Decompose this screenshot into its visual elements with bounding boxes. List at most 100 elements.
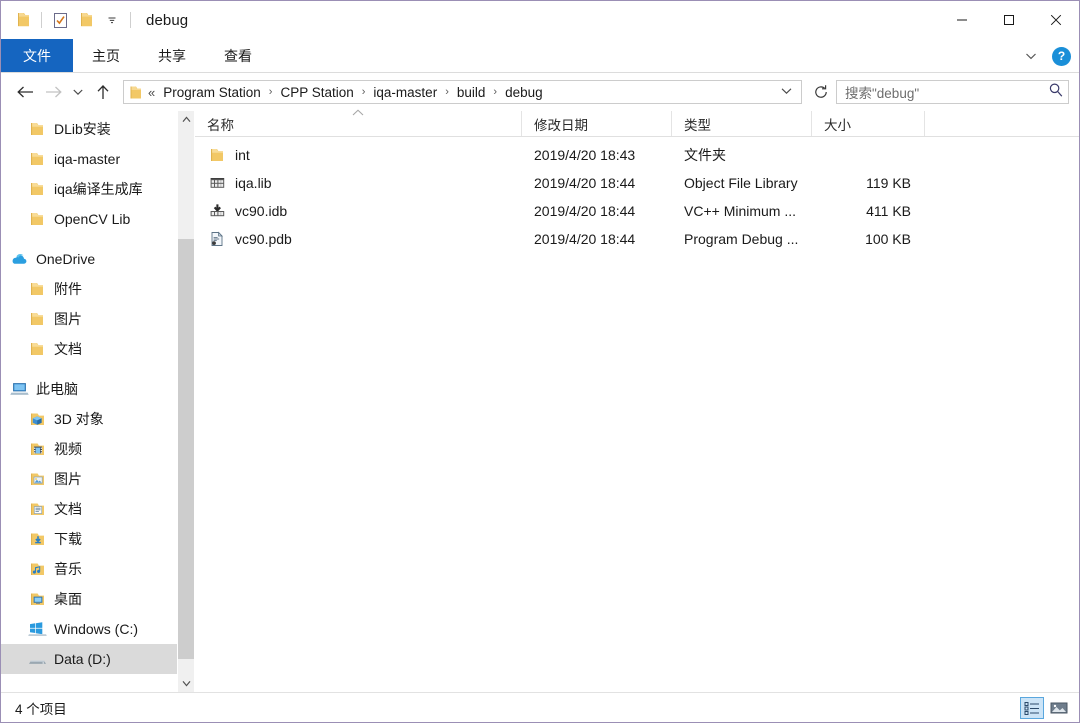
- scroll-up-button[interactable]: [178, 111, 194, 128]
- breadcrumb-item-4[interactable]: debug: [502, 83, 546, 102]
- file-name-cell[interactable]: int: [195, 145, 522, 165]
- folder-icon: [27, 339, 47, 359]
- breadcrumb-item-3[interactable]: build: [454, 83, 489, 102]
- pdb-file-icon: [207, 229, 227, 249]
- folder-icon: [207, 145, 227, 165]
- up-button[interactable]: [89, 78, 117, 106]
- folder-icon: [27, 119, 47, 139]
- minimize-button[interactable]: [938, 1, 985, 39]
- column-header-size[interactable]: 大小: [812, 111, 925, 136]
- customize-dropdown-icon[interactable]: [99, 7, 125, 33]
- search-input[interactable]: 搜索"debug": [845, 82, 1048, 102]
- table-row[interactable]: int 2019/4/20 18:43 文件夹: [195, 141, 1079, 169]
- address-bar: « Program Station › CPP Station › iqa-ma…: [1, 73, 1079, 111]
- sidebar-item-label: 文档: [54, 501, 82, 517]
- recent-locations-button[interactable]: [67, 78, 89, 106]
- large-icons-view-button[interactable]: [1047, 697, 1071, 719]
- sidebar-item-3d-对象[interactable]: 3D 对象: [1, 404, 194, 434]
- file-name-label: vc90.pdb: [235, 231, 292, 247]
- sidebar-item-下载[interactable]: 下载: [1, 524, 194, 554]
- sidebar-item-label: 音乐: [54, 561, 82, 577]
- navigation-group-gap: [1, 364, 194, 374]
- file-date-cell: 2019/4/20 18:43: [534, 147, 636, 163]
- breadcrumb-overflow[interactable]: «: [146, 85, 160, 100]
- sidebar-item-label: Data (D:): [54, 651, 111, 667]
- file-name-cell[interactable]: iqa.lib: [195, 173, 522, 193]
- column-header-type[interactable]: 类型: [672, 111, 812, 136]
- sidebar-item-label: iqa-master: [54, 151, 121, 167]
- onedrive-icon: [9, 249, 29, 269]
- sidebar-item-桌面[interactable]: 桌面: [1, 584, 194, 614]
- folder-icon[interactable]: [10, 7, 36, 33]
- sidebar-item-data-d[interactable]: Data (D:): [1, 644, 194, 674]
- sidebar-item-图片[interactable]: 图片: [1, 464, 194, 494]
- documents-icon: [27, 499, 47, 519]
- file-date-cell: 2019/4/20 18:44: [534, 175, 636, 191]
- sidebar-item-音乐[interactable]: 音乐: [1, 554, 194, 584]
- maximize-button[interactable]: [985, 1, 1032, 39]
- help-icon[interactable]: ?: [1052, 46, 1071, 66]
- file-name-cell[interactable]: vc90.idb: [195, 201, 522, 221]
- title-bar: debug: [1, 1, 1079, 39]
- back-button[interactable]: [11, 78, 39, 106]
- table-row[interactable]: vc90.idb 2019/4/20 18:44 VC++ Minimum ... 4…: [195, 197, 1079, 225]
- forward-button[interactable]: [39, 78, 67, 106]
- new-folder-icon[interactable]: [73, 7, 99, 33]
- table-row[interactable]: iqa.lib 2019/4/20 18:44 Object File Librar…: [195, 169, 1079, 197]
- breadcrumb-item-1[interactable]: CPP Station: [277, 83, 356, 102]
- drive-icon: [27, 649, 47, 669]
- sidebar-item-dlib安装[interactable]: DLib安装: [1, 114, 194, 144]
- windows-drive-icon: [27, 619, 47, 639]
- file-type-cell: 文件夹: [684, 147, 726, 163]
- sidebar-item-文档[interactable]: 文档: [1, 334, 194, 364]
- breadcrumb-separator-3[interactable]: ›: [488, 86, 502, 98]
- sidebar-item-文档[interactable]: 文档: [1, 494, 194, 524]
- sidebar-item-图片[interactable]: 图片: [1, 304, 194, 334]
- refresh-button[interactable]: [808, 79, 834, 105]
- close-button[interactable]: [1032, 1, 1079, 39]
- tab-home[interactable]: 主页: [73, 39, 139, 72]
- breadcrumb-separator-2[interactable]: ›: [440, 86, 454, 98]
- sidebar-item-opencv-lib[interactable]: OpenCV Lib: [1, 204, 194, 234]
- window-title: debug: [146, 11, 189, 29]
- scrollbar-thumb[interactable]: [178, 239, 194, 659]
- details-view-button[interactable]: [1020, 696, 1044, 719]
- breadcrumb-separator-0[interactable]: ›: [264, 86, 278, 98]
- sidebar-scrollbar[interactable]: [177, 111, 194, 692]
- column-header-name[interactable]: 名称: [195, 109, 522, 136]
- file-type-cell: VC++ Minimum ...: [684, 203, 797, 219]
- sidebar-item-附件[interactable]: 附件: [1, 274, 194, 304]
- breadcrumb-separator-1[interactable]: ›: [357, 86, 371, 98]
- file-rows: int 2019/4/20 18:43 文件夹 iqa.lib 2019/4/20 18…: [195, 137, 1079, 692]
- breadcrumb-item-2[interactable]: iqa-master: [370, 83, 440, 102]
- tab-share[interactable]: 共享: [139, 39, 205, 72]
- properties-icon[interactable]: [47, 7, 73, 33]
- ribbon-right-controls: ?: [1019, 39, 1071, 73]
- search-box[interactable]: 搜索"debug": [836, 80, 1069, 104]
- search-icon[interactable]: [1048, 82, 1064, 103]
- sidebar-item-此电脑[interactable]: 此电脑: [1, 374, 194, 404]
- file-name-label: int: [235, 147, 250, 163]
- address-dropdown-icon[interactable]: [774, 87, 799, 98]
- sidebar-item-label: DLib安装: [54, 121, 111, 137]
- tab-file[interactable]: 文件: [1, 39, 73, 72]
- tab-view[interactable]: 查看: [205, 39, 271, 72]
- sidebar-item-视频[interactable]: 视频: [1, 434, 194, 464]
- sidebar-item-onedrive[interactable]: OneDrive: [1, 244, 194, 274]
- sidebar-item-label: 图片: [54, 471, 82, 487]
- breadcrumb-item-0[interactable]: Program Station: [160, 83, 264, 102]
- table-row[interactable]: vc90.pdb 2019/4/20 18:44 Program Debug ...…: [195, 225, 1079, 253]
- folder-icon: [27, 179, 47, 199]
- sidebar-item-windows-c[interactable]: Windows (C:): [1, 614, 194, 644]
- breadcrumb-folder-icon[interactable]: [129, 85, 143, 100]
- sidebar-item-iqa-master[interactable]: iqa-master: [1, 144, 194, 174]
- scroll-down-button[interactable]: [178, 675, 194, 692]
- sidebar-item-label: 图片: [54, 311, 82, 327]
- toolbar-separator-2: [130, 12, 131, 28]
- file-name-cell[interactable]: vc90.pdb: [195, 229, 522, 249]
- column-header-date[interactable]: 修改日期: [522, 111, 672, 136]
- breadcrumb[interactable]: « Program Station › CPP Station › iqa-ma…: [123, 80, 802, 104]
- file-list-pane: 名称 修改日期 类型 大小 int 2019/4/20 18:43 文件夹 iqa.lib 2…: [195, 109, 1079, 692]
- sidebar-item-iqa编译生成库[interactable]: iqa编译生成库: [1, 174, 194, 204]
- chevron-down-icon[interactable]: [1019, 44, 1043, 68]
